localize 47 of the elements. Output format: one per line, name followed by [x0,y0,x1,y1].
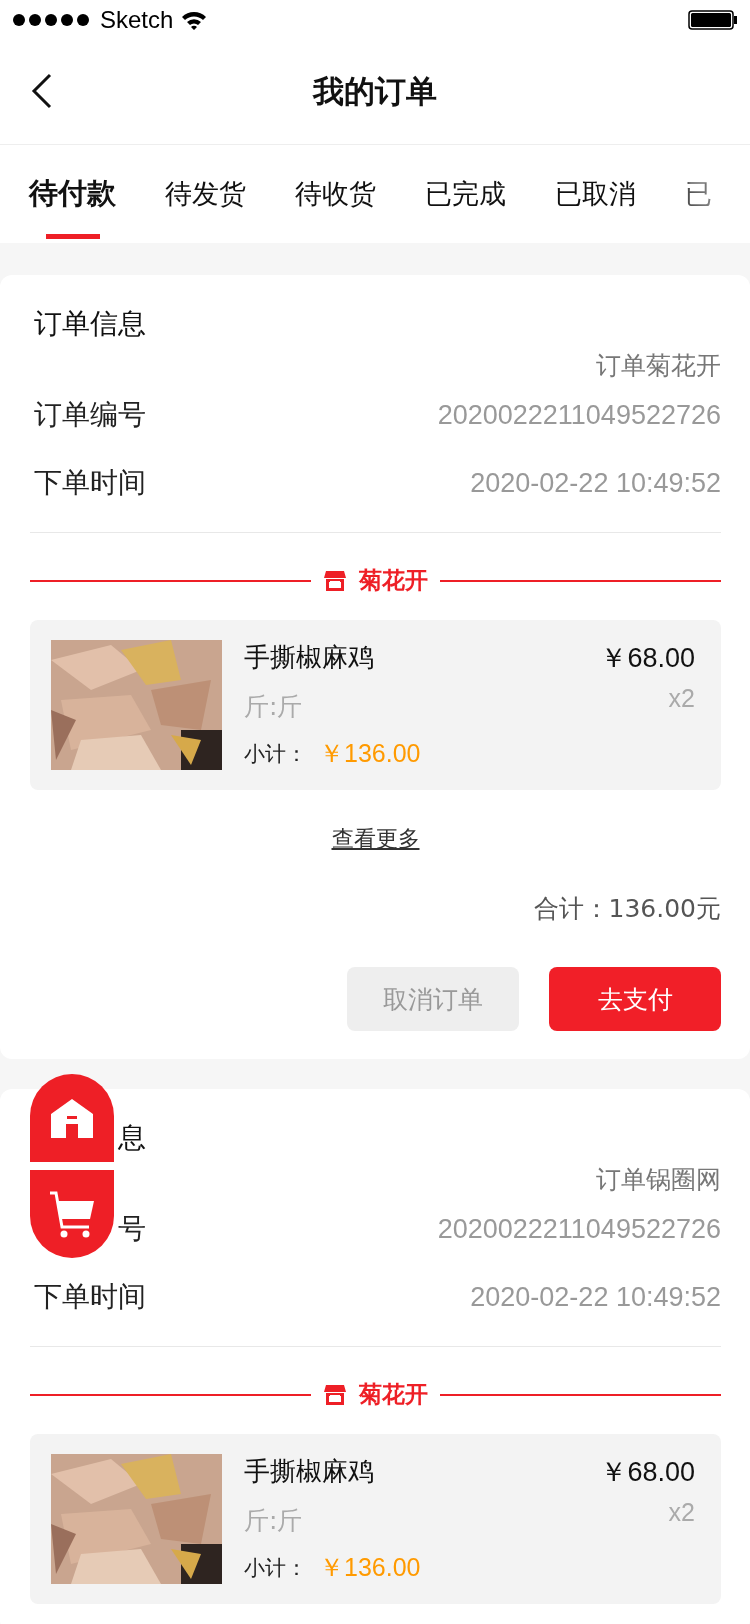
product-name: 手撕椒麻鸡 [244,1455,375,1488]
field-label: 下单时间 [34,465,146,501]
field-value: 2020-02-22 10:49:52 [470,467,721,499]
product-quantity: x2 [668,1498,695,1527]
tab[interactable]: 待收货 [295,145,376,243]
store-icon [323,568,347,593]
cart-icon [47,1189,97,1239]
subtotal-value: ￥136.00 [319,738,421,769]
carrier-name: Sketch [100,6,174,34]
home-icon [50,1098,94,1138]
product-item[interactable]: 手撕椒麻鸡 斤:斤 小计： ￥136.00 ￥68.00 x2 [30,1434,721,1604]
tab[interactable]: 已完成 [425,145,506,243]
order-info-title: 息 [118,1120,146,1156]
field-value: 2020022211049522726 [437,1213,721,1245]
shop-label: 订单菊花开 [595,350,721,382]
field-label: 订单编号 [34,397,146,433]
subtotal-label: 小计： [244,740,307,768]
product-spec: 斤:斤 [244,690,304,723]
product-spec: 斤:斤 [244,1504,304,1537]
home-button[interactable] [30,1074,114,1162]
pay-button[interactable]: 去支付 [549,967,721,1031]
battery-icon [688,10,738,30]
cart-button[interactable] [30,1170,114,1258]
page-title: 我的订单 [313,72,437,111]
signal-icon [12,13,92,27]
store-name: 菊花开 [359,1380,428,1409]
product-quantity: x2 [668,684,695,713]
field-value: 2020022211049522726 [437,399,721,431]
wifi-icon [181,10,208,30]
subtotal-value: ￥136.00 [319,1552,421,1583]
tab[interactable]: 待付款 [29,145,116,243]
field-value: 2020-02-22 10:49:52 [470,1281,721,1313]
store-icon [323,1382,347,1407]
tab[interactable]: 已取消 [555,145,636,243]
product-price: ￥68.00 [600,642,695,675]
order-info-title: 订单信息 [34,306,146,342]
order-total: 合计：136.00元 [532,893,721,925]
field-label: 号 [118,1211,146,1247]
store-name: 菊花开 [359,566,428,595]
product-price: ￥68.00 [600,1456,695,1489]
subtotal-label: 小计： [244,1554,307,1582]
field-label: 下单时间 [34,1279,146,1315]
tab[interactable]: 待发货 [165,145,246,243]
shop-label: 订单锅圈网 [595,1164,721,1196]
product-item[interactable]: 手撕椒麻鸡 斤:斤 小计： ￥136.00 ￥68.00 x2 [30,620,721,790]
product-name: 手撕椒麻鸡 [244,641,375,674]
view-more-link[interactable]: 查看更多 [331,824,420,854]
